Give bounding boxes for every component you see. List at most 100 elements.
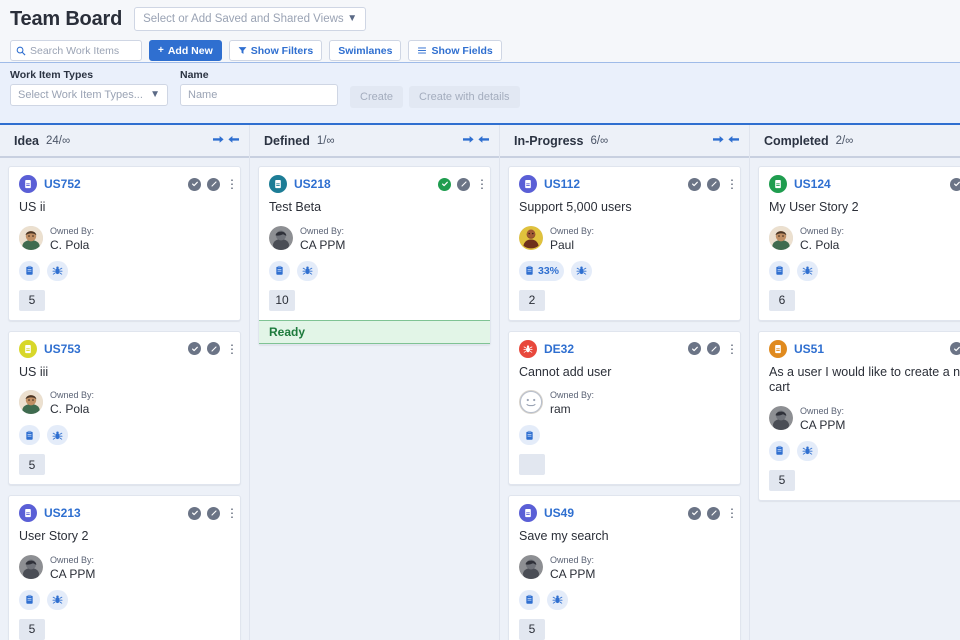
- bug-chip[interactable]: [797, 260, 818, 281]
- card-menu-button[interactable]: ⋮: [226, 343, 238, 355]
- work-item-card[interactable]: US213 ⋮ User Story 2 Owned By: CA PPM 5: [8, 495, 241, 640]
- work-item-card[interactable]: US752 ⋮ US ii Owned By: C. Pola 5: [8, 166, 241, 321]
- approve-icon[interactable]: [188, 177, 201, 191]
- bug-icon: [576, 266, 587, 275]
- show-fields-button[interactable]: Show Fields: [408, 40, 502, 61]
- bug-chip[interactable]: [47, 260, 68, 281]
- card-id-link[interactable]: US213: [44, 506, 81, 520]
- block-icon[interactable]: [207, 342, 220, 355]
- approve-icon[interactable]: [688, 342, 701, 355]
- card-id-link[interactable]: DE32: [544, 342, 574, 356]
- owner-name: CA PPM: [300, 237, 346, 252]
- approve-icon[interactable]: [438, 177, 451, 191]
- task-chip[interactable]: [19, 260, 40, 281]
- story-type-icon: [519, 175, 537, 193]
- collapse-arrows-icon[interactable]: [463, 134, 489, 147]
- create-with-details-button[interactable]: Create with details: [409, 86, 520, 108]
- story-icon: [25, 344, 31, 353]
- task-chip[interactable]: [519, 589, 540, 610]
- approve-icon: [441, 181, 448, 187]
- collapse-arrows-icon[interactable]: [713, 134, 739, 147]
- task-chip[interactable]: [769, 260, 790, 281]
- task-progress-chip[interactable]: 33%: [519, 260, 565, 281]
- bug-chip[interactable]: [297, 260, 318, 281]
- collapse-arrows-icon[interactable]: [713, 134, 739, 145]
- work-item-card[interactable]: US753 ⋮ US iii Owned By: C. Pola 5: [8, 330, 241, 485]
- block-icon[interactable]: [707, 506, 720, 520]
- bug-chip[interactable]: [47, 425, 68, 445]
- column-header: Idea 24/∞: [0, 125, 249, 158]
- owner-label: Owned By:: [550, 554, 595, 565]
- work-item-types-placeholder: Select Work Item Types...: [18, 89, 143, 101]
- swimlanes-button[interactable]: Swimlanes: [329, 40, 402, 61]
- work-item-card[interactable]: DE32 ⋮ Cannot add user Owned By: ram: [508, 330, 741, 485]
- approve-icon[interactable]: [188, 506, 201, 520]
- work-item-card[interactable]: US51 As a user I would like to create a n…: [758, 330, 960, 501]
- task-chip[interactable]: [19, 589, 40, 610]
- card-title: Test Beta: [269, 200, 322, 214]
- block-icon[interactable]: [707, 342, 720, 355]
- card-menu-button[interactable]: ⋮: [726, 507, 738, 519]
- avatar: [19, 225, 43, 250]
- card-chips: 33%: [519, 260, 730, 281]
- work-item-card[interactable]: US49 ⋮ Save my search Owned By: CA PPM 5: [508, 495, 741, 640]
- name-input[interactable]: Name: [180, 84, 338, 106]
- saved-views-select[interactable]: Select or Add Saved and Shared Views ▼: [134, 7, 367, 31]
- collapse-arrows-icon[interactable]: [463, 134, 489, 145]
- list-icon: [418, 47, 427, 54]
- bug-chip[interactable]: [797, 440, 818, 461]
- collapse-arrows-icon[interactable]: [213, 134, 239, 145]
- card-menu-button[interactable]: ⋮: [226, 507, 238, 519]
- task-chip[interactable]: [269, 260, 290, 281]
- card-menu-button[interactable]: ⋮: [726, 178, 738, 190]
- bug-chip[interactable]: [547, 589, 568, 610]
- task-chip[interactable]: [519, 425, 540, 445]
- card-title: Support 5,000 users: [519, 200, 632, 214]
- search-input[interactable]: Search Work Items: [10, 40, 142, 61]
- work-item-card[interactable]: US124 My User Story 2 Owned By: C. Pola 6: [758, 166, 960, 321]
- card-menu-button[interactable]: ⋮: [476, 178, 488, 190]
- card-id-link[interactable]: US49: [544, 506, 574, 520]
- card-id-link[interactable]: US752: [44, 177, 81, 191]
- approve-icon[interactable]: [688, 506, 701, 520]
- approve-icon[interactable]: [950, 177, 960, 191]
- block-icon[interactable]: [457, 177, 470, 191]
- card-id-link[interactable]: US124: [794, 177, 831, 191]
- card-menu-button[interactable]: ⋮: [726, 343, 738, 355]
- owner-label: Owned By:: [800, 225, 845, 236]
- card-header: US213 ⋮: [19, 504, 238, 522]
- bug-chip[interactable]: [47, 589, 68, 610]
- approve-icon[interactable]: [688, 177, 701, 191]
- task-icon: [26, 265, 33, 275]
- block-icon[interactable]: [707, 177, 720, 191]
- block-icon[interactable]: [207, 506, 220, 520]
- approve-icon[interactable]: [188, 342, 201, 355]
- card-chips: [519, 425, 730, 445]
- user-avatar: [519, 554, 543, 579]
- collapse-arrows-icon[interactable]: [213, 134, 239, 147]
- work-item-card[interactable]: US112 ⋮ Support 5,000 users Owned By: Paul 33…: [508, 166, 741, 321]
- bug-chip[interactable]: [571, 260, 593, 281]
- create-button[interactable]: Create: [350, 86, 404, 108]
- owner-label: Owned By:: [800, 405, 845, 416]
- card-id-link[interactable]: US51: [794, 342, 824, 356]
- approve-icon[interactable]: [950, 342, 960, 355]
- card-menu-button[interactable]: ⋮: [226, 178, 238, 190]
- task-chip[interactable]: [19, 425, 40, 445]
- card-status-bar: Ready: [259, 319, 490, 344]
- block-icon[interactable]: [207, 177, 220, 191]
- card-id-link[interactable]: US218: [294, 177, 331, 191]
- work-item-card[interactable]: US218 ⋮ Test Beta Owned By: CA PPM 10 Ready: [258, 166, 491, 345]
- card-id-link[interactable]: US112: [544, 177, 580, 191]
- bug-icon: [52, 595, 63, 604]
- task-chip[interactable]: [769, 440, 790, 461]
- story-icon: [25, 508, 31, 518]
- add-new-button[interactable]: + Add New: [149, 40, 222, 61]
- work-item-types-select[interactable]: Select Work Item Types... ▼: [10, 84, 168, 106]
- column-title: Completed: [764, 133, 829, 148]
- card-owner: Owned By: Paul: [519, 223, 730, 253]
- card-id-link[interactable]: US753: [44, 342, 81, 356]
- show-filters-button[interactable]: Show Filters: [228, 40, 323, 61]
- card-title: US ii: [19, 200, 46, 214]
- card-actions: ⋮: [688, 506, 738, 520]
